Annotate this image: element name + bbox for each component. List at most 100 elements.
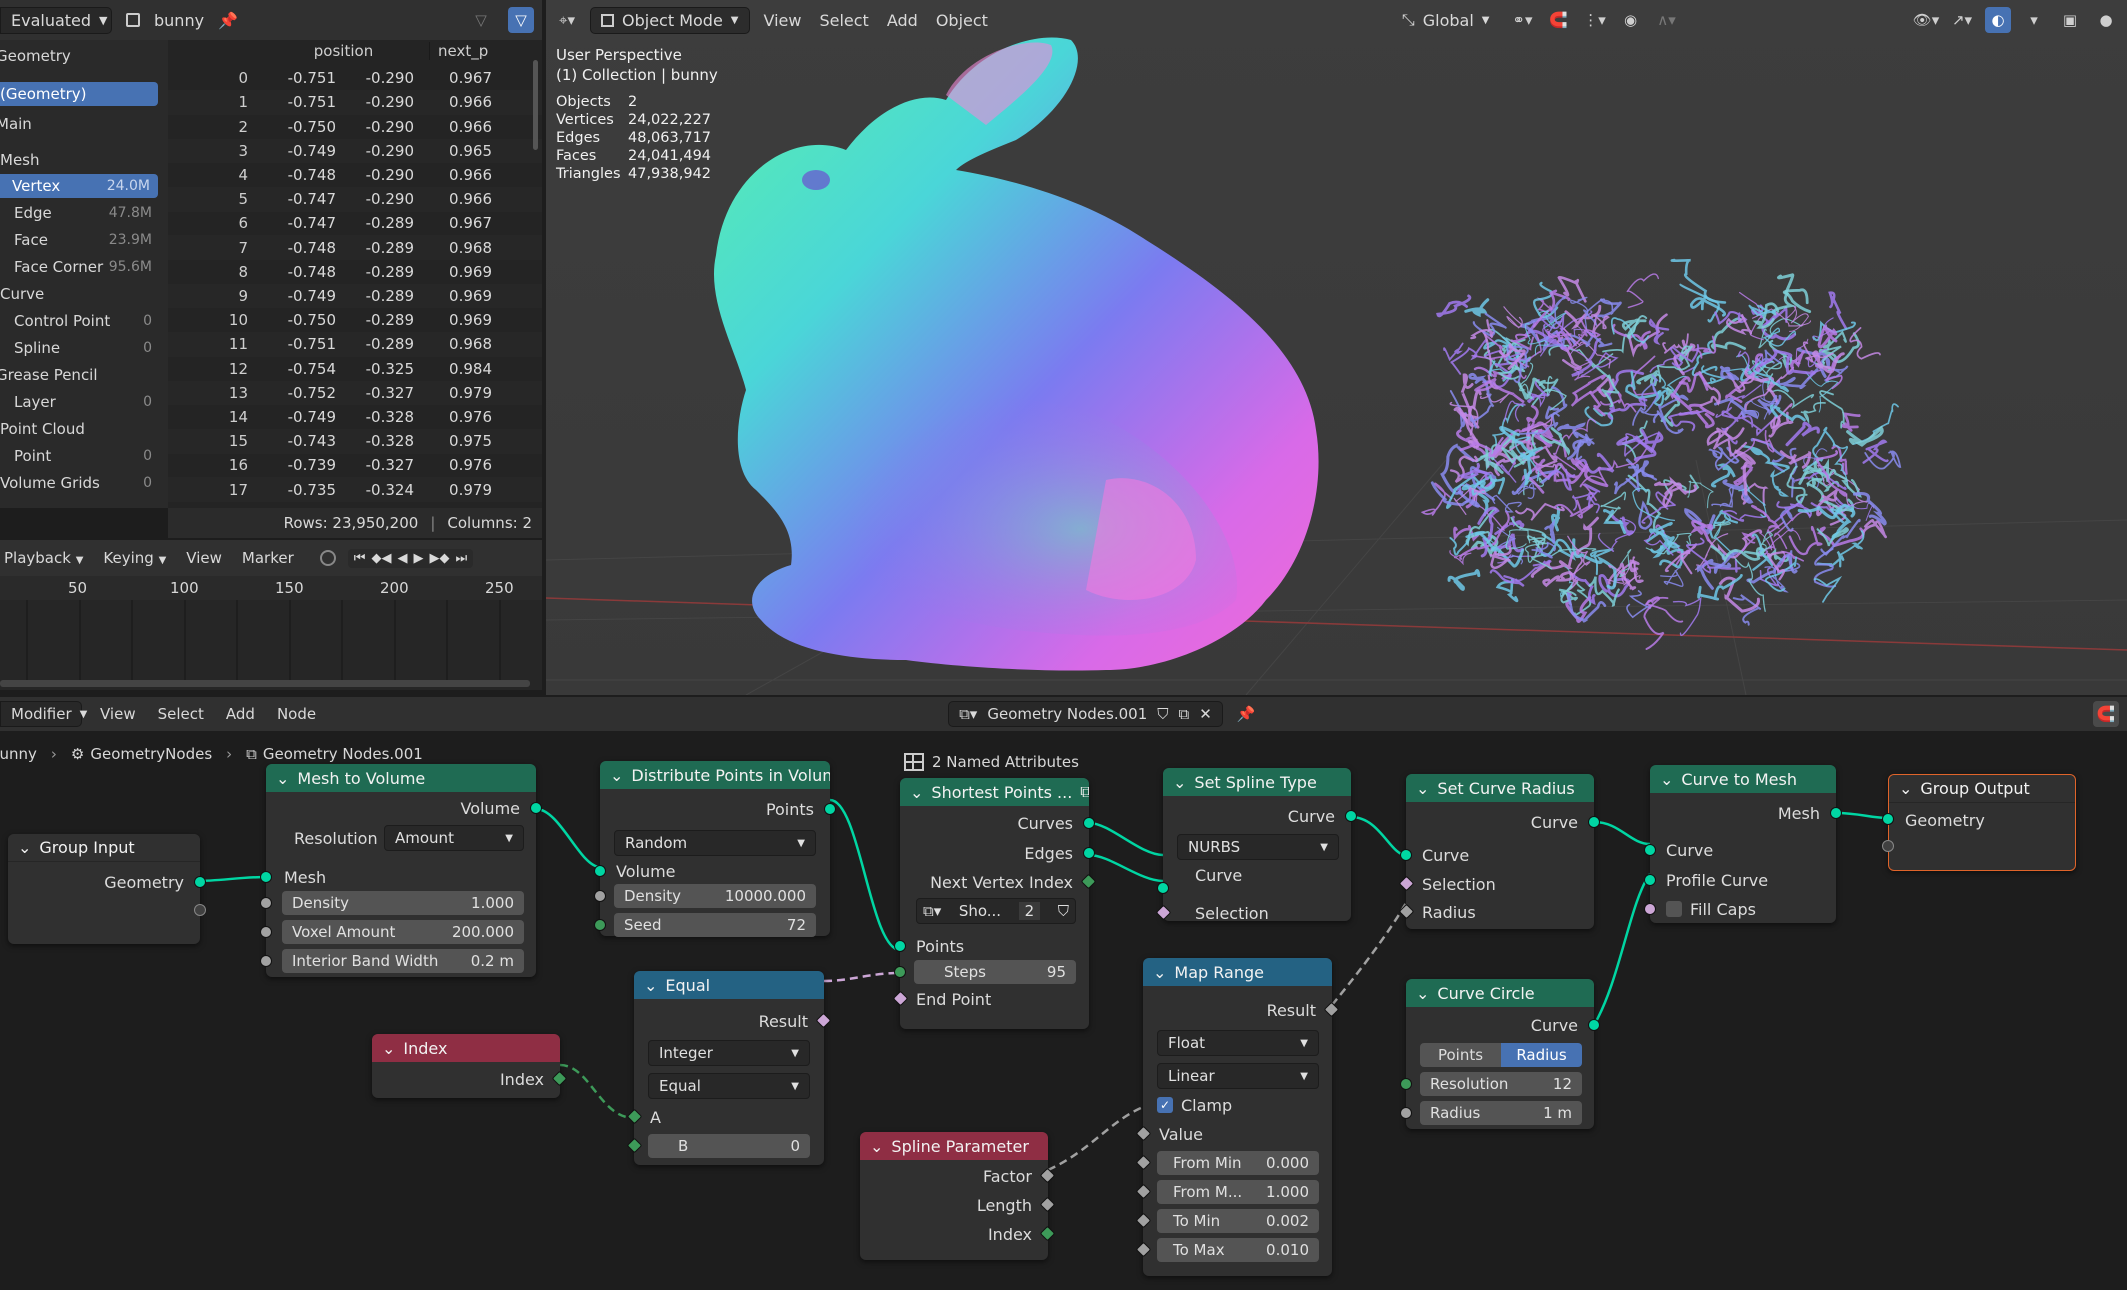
node-editor-canvas[interactable]: bunny› ⚙GeometryNodes› ⧉Geometry Nodes.0… — [0, 731, 2127, 1290]
node-set-curve-radius[interactable]: ⌄ Set Curve Radius Curve Curve Selection … — [1398, 774, 1600, 929]
timeline-marker-menu[interactable]: Marker — [238, 547, 298, 569]
sidebar-item-geometry[interactable]: (Geometry) — [0, 82, 158, 106]
collapse-icon[interactable]: ⌄ — [1416, 984, 1429, 1003]
collapse-icon[interactable]: ⌄ — [910, 783, 923, 802]
sidebar-item-spline[interactable]: Spline 0 — [0, 336, 160, 360]
node-curve-circle[interactable]: ⌄ Curve Circle Curve Points Radius Resolu… — [1400, 979, 1600, 1129]
node-mesh-to-volume[interactable]: ⌄ Mesh to Volume Volume Resolution Amount… — [260, 764, 542, 977]
fake-user-icon[interactable]: ⛉ — [1157, 705, 1168, 723]
evaluation-mode-dropdown[interactable]: Evaluated ▼ — [0, 6, 112, 34]
socket-geometry-in[interactable] — [1882, 813, 1894, 825]
editor-context-dropdown[interactable]: Modifier ▼ — [0, 701, 87, 727]
prev-keyframe-icon[interactable]: ◆◀ — [371, 551, 391, 566]
socket-band-in[interactable] — [260, 955, 272, 967]
circle-resolution-field[interactable]: Resolution 12 — [1420, 1072, 1582, 1096]
distribute-density-field[interactable]: Density 10000.000 — [614, 884, 816, 908]
sidebar-item-layer[interactable]: Layer 0 — [0, 390, 160, 414]
sidebar-item-face-corner[interactable]: Face Corner 95.6M — [0, 255, 160, 279]
collapse-icon[interactable]: ⌄ — [610, 766, 623, 785]
mode-points-button[interactable]: Points — [1420, 1043, 1501, 1067]
sidebar-item-control-point[interactable]: Control Point 0 — [0, 309, 160, 333]
node-shortest-points[interactable]: ⌄ Shortest Points ... ⧉ Curves Edges Next … — [892, 778, 1097, 1029]
socket-steps-in[interactable] — [894, 966, 906, 978]
socket-radius-in[interactable] — [1400, 1107, 1412, 1119]
column-header-position[interactable]: position — [168, 42, 430, 60]
fill-caps-checkbox[interactable] — [1666, 901, 1682, 917]
node-node-menu[interactable]: Node — [273, 703, 320, 725]
map-range-type-dropdown[interactable]: Float ▼ — [1157, 1030, 1319, 1056]
socket-points-out[interactable] — [824, 803, 836, 815]
pin-icon[interactable]: 📌 — [1237, 705, 1256, 723]
to-max-field[interactable]: To Max 0.010 — [1157, 1238, 1319, 1262]
node-index[interactable]: ⌄ Index Index — [372, 1034, 568, 1098]
socket-seed-in[interactable] — [594, 919, 606, 931]
pin-icon[interactable]: 📌 — [218, 11, 238, 30]
unlink-icon[interactable]: ✕ — [1199, 705, 1212, 723]
socket-mesh-in[interactable] — [260, 871, 272, 883]
b-field[interactable]: B0 — [648, 1134, 810, 1158]
socket-curves-out[interactable] — [1083, 817, 1095, 829]
sidebar-item-vertex[interactable]: Vertex 24.0M — [0, 174, 158, 198]
socket-curve-in[interactable] — [1157, 882, 1169, 894]
sidebar-item-face[interactable]: Face 23.9M — [0, 228, 160, 252]
to-min-field[interactable]: To Min 0.002 — [1157, 1209, 1319, 1233]
from-max-field[interactable]: From M... 1.000 — [1157, 1180, 1319, 1204]
density-field[interactable]: Density 1.000 — [282, 891, 524, 915]
socket-density-in[interactable] — [594, 890, 606, 902]
node-equal[interactable]: ⌄ Equal Result Integer ▼ Equal ▼ A B0 — [626, 971, 832, 1165]
collapse-icon[interactable]: ⌄ — [644, 976, 657, 995]
socket-profile-in[interactable] — [1644, 874, 1656, 886]
column-header-next[interactable]: next_p — [430, 42, 490, 60]
collapse-icon[interactable]: ⌄ — [18, 838, 31, 857]
node-spline-parameter[interactable]: ⌄ Spline Parameter Factor Length Index — [860, 1132, 1056, 1260]
from-min-field[interactable]: From Min 0.000 — [1157, 1151, 1319, 1175]
socket-density-in[interactable] — [260, 897, 272, 909]
socket-mesh-out[interactable] — [1830, 807, 1842, 819]
timeline-view-menu[interactable]: View — [182, 547, 226, 569]
socket-empty-in[interactable] — [1882, 840, 1894, 852]
shield-icon[interactable]: ⛉ — [1058, 902, 1069, 920]
sidebar-item-point[interactable]: Point 0 — [0, 444, 160, 468]
socket-volume-out[interactable] — [530, 802, 542, 814]
timeline-keying-menu[interactable]: Keying ▼ — [99, 547, 170, 569]
node-tree-selector[interactable]: ⧉▾ Geometry Nodes.001 ⛉ ⧉ ✕ — [948, 701, 1223, 727]
play-reverse-icon[interactable]: ◀ — [397, 551, 407, 566]
3d-viewport[interactable]: ⌖▾ Object Mode ▼ View Select Add Object ⤡… — [546, 0, 2127, 695]
collapse-icon[interactable]: ⌄ — [276, 769, 289, 788]
collapse-icon[interactable]: ⌄ — [1899, 779, 1912, 798]
mode-radius-button[interactable]: Radius — [1501, 1043, 1582, 1067]
socket-curve-in[interactable] — [1400, 849, 1412, 861]
data-type-dropdown[interactable]: Integer ▼ — [648, 1040, 810, 1066]
node-view-menu[interactable]: View — [96, 703, 140, 725]
socket-resolution-in[interactable] — [1400, 1078, 1412, 1090]
sidebar-item-edge[interactable]: Edge 47.8M — [0, 201, 160, 225]
socket-curve-out[interactable] — [1588, 816, 1600, 828]
play-icon[interactable]: ▶ — [413, 551, 423, 566]
interior-band-field[interactable]: Interior Band Width 0.2 m — [282, 949, 524, 973]
node-curve-to-mesh[interactable]: ⌄ Curve to Mesh Mesh Curve Profile Curve … — [1644, 765, 1842, 923]
snap-toggle-icon[interactable]: 🧲 — [2093, 701, 2119, 727]
subgroup-selector[interactable]: ⧉▾ Sho... 2 ⛉ — [916, 898, 1076, 924]
filter-icon[interactable]: ▽ — [468, 7, 494, 33]
node-select-menu[interactable]: Select — [154, 703, 208, 725]
socket-voxel-in[interactable] — [260, 926, 272, 938]
collapse-icon[interactable]: ⌄ — [1173, 773, 1186, 792]
duplicate-icon[interactable]: ⧉ — [1179, 705, 1190, 723]
node-set-spline-type[interactable]: ⌄ Set Spline Type Curve NURBS ▼ Curve Sele… — [1155, 768, 1357, 923]
socket-edges-out[interactable] — [1083, 847, 1095, 859]
jump-start-icon[interactable]: ⏮ — [354, 551, 366, 566]
sidebar-item-volume-grids[interactable]: Volume Grids 0 — [0, 471, 160, 495]
distribute-mode-dropdown[interactable]: Random ▼ — [614, 830, 816, 856]
collapse-icon[interactable]: ⌄ — [1153, 963, 1166, 982]
record-icon[interactable] — [319, 550, 336, 566]
collapse-icon[interactable]: ⌄ — [1660, 770, 1673, 789]
socket-empty-out[interactable] — [194, 904, 206, 916]
socket-curve-in[interactable] — [1644, 844, 1656, 856]
jump-end-icon[interactable]: ⏭ — [455, 551, 467, 566]
steps-field[interactable]: Steps 95 — [914, 960, 1076, 984]
collapse-icon[interactable]: ⌄ — [1416, 779, 1429, 798]
socket-curve-out[interactable] — [1588, 1019, 1600, 1031]
node-distribute-points[interactable]: ⌄ Distribute Points in Volume Points Rand… — [594, 761, 836, 937]
socket-geometry-out[interactable] — [194, 876, 206, 888]
table-scrollbar[interactable] — [533, 60, 538, 150]
